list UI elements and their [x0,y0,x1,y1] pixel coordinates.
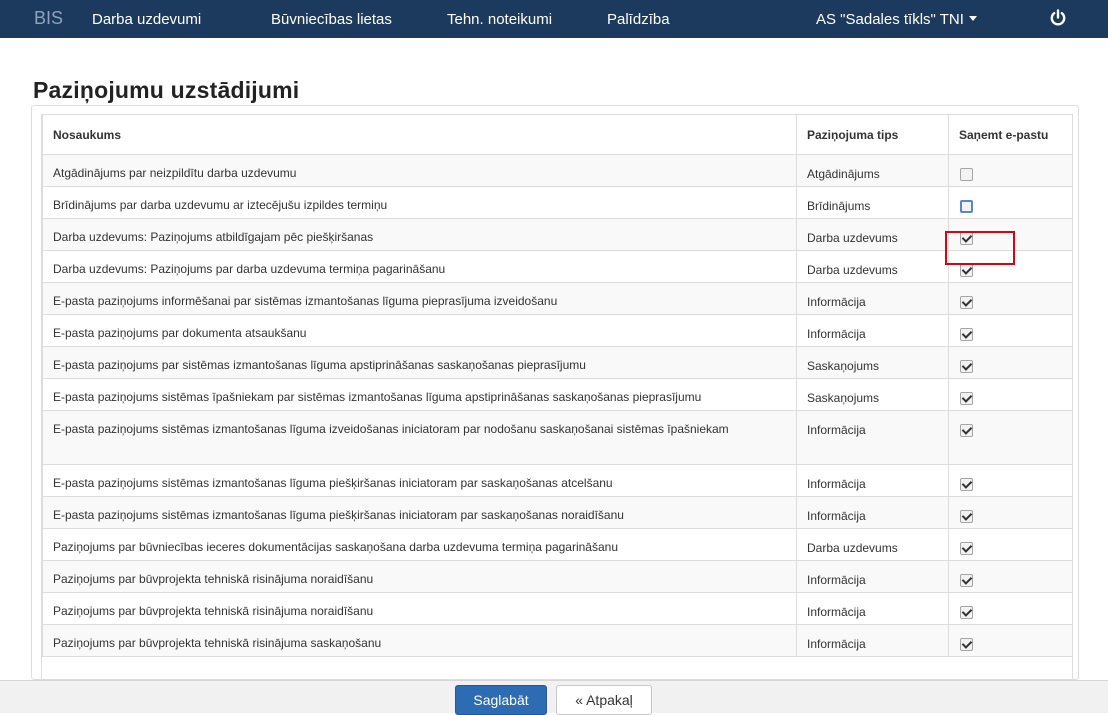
cell-notification-name: E-pasta paziņojums sistēmas īpašniekam p… [42,378,797,411]
top-navbar: BIS Darba uzdevumi Būvniecības lietas Te… [0,0,1108,38]
caret-down-icon [968,15,977,21]
cell-notification-type: Darba uzdevums [796,528,949,561]
email-checkbox[interactable] [960,638,973,651]
cell-notification-type: Atgādinājums [796,154,949,187]
cell-notification-type: Informācija [796,410,949,465]
cell-notification-name: E-pasta paziņojums informēšanai par sist… [42,282,797,315]
table-row: Paziņojums par būvniecības ieceres dokum… [42,528,1072,561]
cell-notification-name: E-pasta paziņojums par sistēmas izmantoš… [42,346,797,379]
cell-email-toggle [948,624,1072,657]
cell-notification-type: Informācija [796,314,949,347]
cell-email-toggle [948,464,1072,497]
email-checkbox[interactable] [960,510,973,523]
table-row: E-pasta paziņojums par sistēmas izmantoš… [42,346,1072,379]
cell-notification-name: Darba uzdevums: Paziņojums atbildīgajam … [42,218,797,251]
nav-tehn-noteikumi[interactable]: Tehn. noteikumi [447,11,552,28]
cell-email-toggle [948,496,1072,529]
table-row: Brīdinājums par darba uzdevumu ar iztecē… [42,186,1072,219]
table-header-row: Nosaukums Paziņojuma tips Saņemt e-pastu [42,114,1072,155]
email-checkbox[interactable] [960,542,973,555]
cell-notification-name: E-pasta paziņojums par dokumenta atsaukš… [42,314,797,347]
notifications-table: Nosaukums Paziņojuma tips Saņemt e-pastu… [42,114,1072,657]
cell-notification-type: Informācija [796,560,949,593]
column-header-name[interactable]: Nosaukums [42,114,797,155]
page-title: Paziņojumu uzstādijumi [33,77,300,103]
column-header-type[interactable]: Paziņojuma tips [796,114,949,155]
cell-email-toggle [948,410,1072,465]
cell-email-toggle [948,154,1072,187]
email-checkbox[interactable] [960,606,973,619]
cell-notification-name: Paziņojums par būvprojekta tehniskā risi… [42,624,797,657]
email-checkbox[interactable] [960,296,973,309]
cell-notification-name: E-pasta paziņojums sistēmas izmantošanas… [42,464,797,497]
cell-email-toggle [948,186,1072,219]
email-checkbox[interactable] [960,424,973,437]
email-checkbox[interactable] [960,168,973,181]
cell-notification-type: Informācija [796,464,949,497]
cell-notification-name: Paziņojums par būvprojekta tehniskā risi… [42,592,797,625]
cell-email-toggle [948,346,1072,379]
table-row: E-pasta paziņojums par dokumenta atsaukš… [42,314,1072,347]
table-row: E-pasta paziņojums sistēmas izmantošanas… [42,496,1072,529]
cell-notification-name: E-pasta paziņojums sistēmas izmantošanas… [42,410,797,465]
cell-email-toggle [948,282,1072,315]
column-header-email[interactable]: Saņemt e-pastu [948,114,1072,155]
cell-notification-type: Informācija [796,282,949,315]
table-row: E-pasta paziņojums sistēmas izmantošanas… [42,410,1072,465]
annotation-highlight-box [945,231,1015,265]
brand-logo[interactable]: BIS [34,8,63,29]
table-row: Darba uzdevums: Paziņojums par darba uzd… [42,250,1072,283]
cell-notification-type: Saskaņojums [796,346,949,379]
cell-notification-type: Brīdinājums [796,186,949,219]
email-checkbox[interactable] [960,478,973,491]
email-checkbox[interactable] [960,200,973,213]
cell-notification-name: Brīdinājums par darba uzdevumu ar iztecē… [42,186,797,219]
table-body: Atgādinājums par neizpildītu darba uzdev… [42,154,1072,657]
table-row: Paziņojums par būvprojekta tehniskā risi… [42,624,1072,657]
nav-darba-uzdevumi[interactable]: Darba uzdevumi [92,11,201,28]
table-row: E-pasta paziņojums sistēmas īpašniekam p… [42,378,1072,411]
cell-notification-name: E-pasta paziņojums sistēmas izmantošanas… [42,496,797,529]
cell-notification-type: Informācija [796,624,949,657]
footer-bar: Saglabāt « Atpakaļ [0,680,1108,715]
cell-email-toggle [948,592,1072,625]
org-dropdown[interactable]: AS "Sadales tīkls" TNI [816,11,977,28]
cell-notification-type: Informācija [796,592,949,625]
table-row: E-pasta paziņojums informēšanai par sist… [42,282,1072,315]
table-row: Paziņojums par būvprojekta tehniskā risi… [42,592,1072,625]
table-row: Atgādinājums par neizpildītu darba uzdev… [42,154,1072,187]
email-checkbox[interactable] [960,392,973,405]
nav-buvniecibas-lietas[interactable]: Būvniecības lietas [271,11,392,28]
table-row: Paziņojums par būvprojekta tehniskā risi… [42,560,1072,593]
org-name: AS "Sadales tīkls" TNI [816,11,964,28]
cell-email-toggle [948,378,1072,411]
cell-notification-type: Darba uzdevums [796,250,949,283]
email-checkbox[interactable] [960,574,973,587]
save-button[interactable]: Saglabāt [455,685,547,715]
back-button[interactable]: « Atpakaļ [556,685,652,715]
notifications-table-wrapper: Nosaukums Paziņojuma tips Saņemt e-pastu… [41,114,1073,680]
table-row: E-pasta paziņojums sistēmas izmantošanas… [42,464,1072,497]
nav-palidziba[interactable]: Palīdzība [607,11,670,28]
cell-notification-type: Informācija [796,496,949,529]
cell-email-toggle [948,560,1072,593]
cell-notification-name: Atgādinājums par neizpildītu darba uzdev… [42,154,797,187]
cell-email-toggle [948,314,1072,347]
email-checkbox[interactable] [960,264,973,277]
cell-notification-type: Darba uzdevums [796,218,949,251]
cell-email-toggle [948,528,1072,561]
cell-notification-name: Paziņojums par būvprojekta tehniskā risi… [42,560,797,593]
table-row: Darba uzdevums: Paziņojums atbildīgajam … [42,218,1072,251]
email-checkbox[interactable] [960,360,973,373]
cell-notification-type: Saskaņojums [796,378,949,411]
cell-notification-name: Paziņojums par būvniecības ieceres dokum… [42,528,797,561]
email-checkbox[interactable] [960,328,973,341]
cell-notification-name: Darba uzdevums: Paziņojums par darba uzd… [42,250,797,283]
power-icon[interactable] [1048,8,1068,28]
